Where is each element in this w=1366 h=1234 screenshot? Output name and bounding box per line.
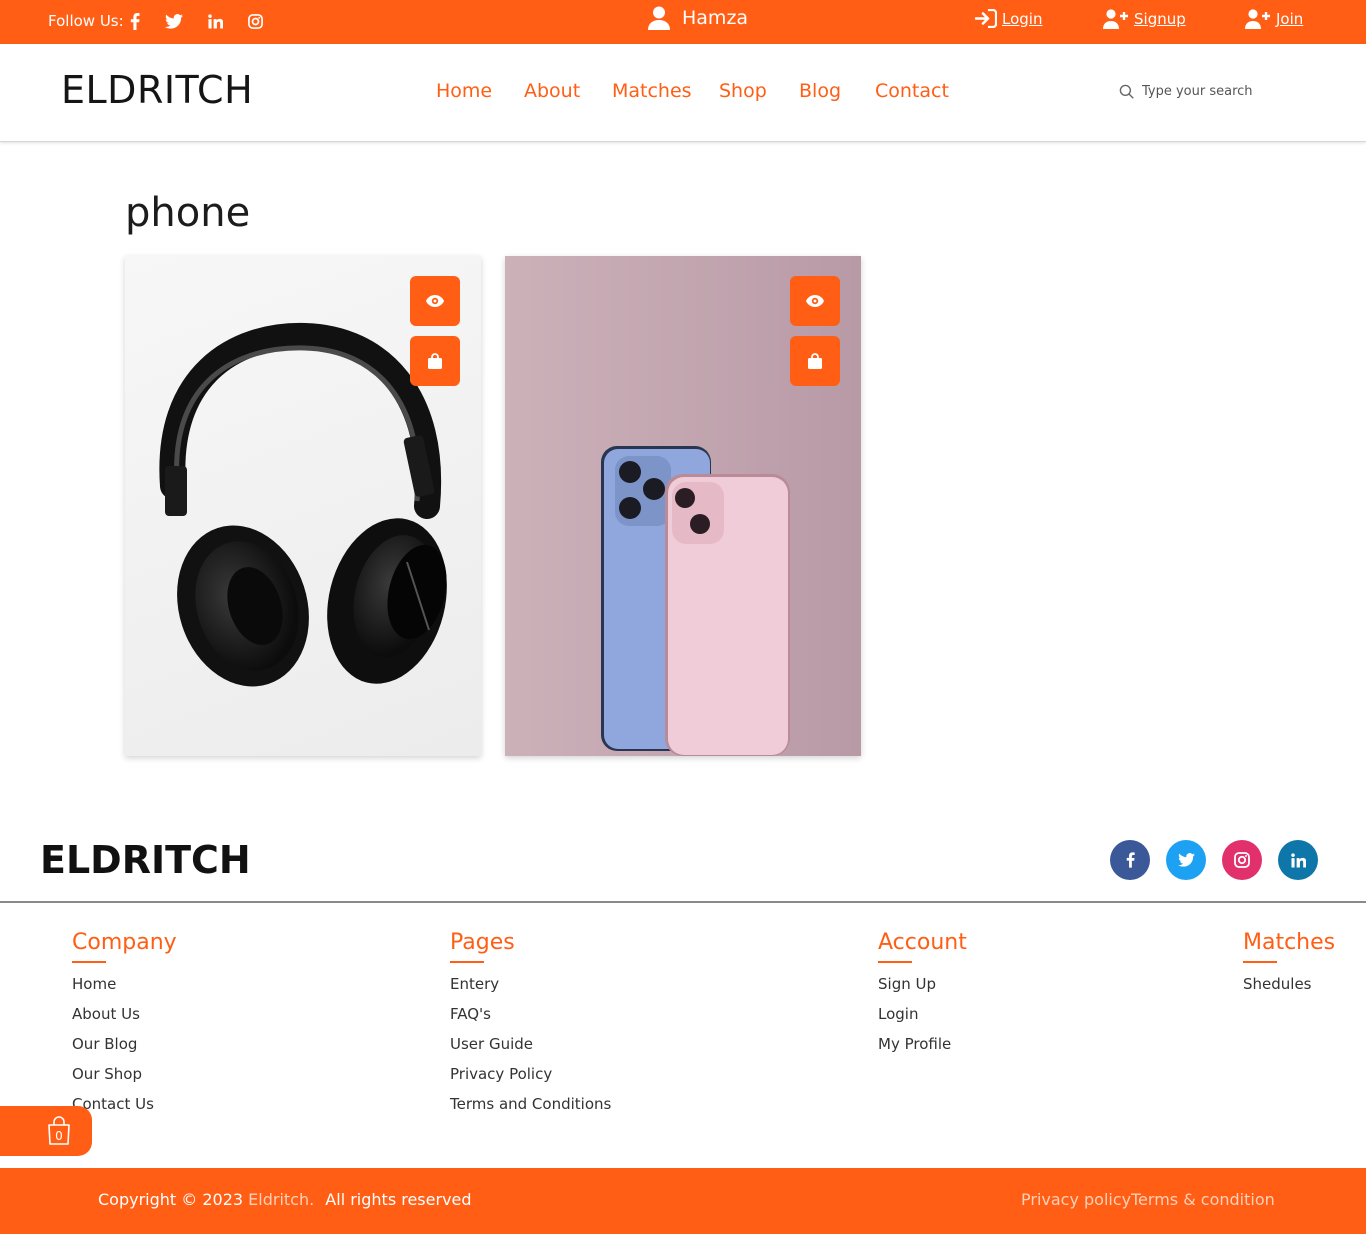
floating-cart-button[interactable]: 0: [0, 1106, 92, 1156]
login-link[interactable]: Login: [975, 9, 1042, 28]
product-card[interactable]: [505, 256, 861, 756]
eye-icon: [426, 295, 444, 307]
footer-link-about-us[interactable]: About Us: [72, 1005, 177, 1035]
footer-link-home[interactable]: Home: [72, 975, 177, 1005]
user-plus-icon: [1245, 9, 1270, 29]
user-menu[interactable]: Hamza: [648, 6, 748, 30]
view-product-button[interactable]: [790, 276, 840, 326]
title-underline: [1243, 961, 1277, 963]
footer-link-terms[interactable]: Terms and Conditions: [450, 1095, 611, 1125]
user-icon: [648, 6, 670, 30]
copyright-suffix: All rights reserved: [325, 1190, 472, 1209]
title-underline: [450, 961, 484, 963]
footer-column-title: Matches: [1243, 930, 1336, 955]
copyright-prefix: Copyright © 2023: [98, 1190, 244, 1209]
nav-matches[interactable]: Matches: [612, 80, 692, 102]
footer-link-shedules[interactable]: Shedules: [1243, 975, 1335, 1005]
search-input[interactable]: [1142, 84, 1312, 99]
user-plus-icon: [1103, 9, 1128, 29]
signup-label: Signup: [1134, 10, 1186, 28]
footer-link-user-guide[interactable]: User Guide: [450, 1035, 611, 1065]
shopping-bag-icon: 0: [48, 1116, 70, 1145]
footer-link-our-blog[interactable]: Our Blog: [72, 1035, 177, 1065]
footer-column-matches: Matches Shedules: [1243, 930, 1335, 1005]
footer-instagram-icon[interactable]: [1222, 840, 1262, 880]
site-logo[interactable]: ELDRITCH: [61, 68, 253, 112]
product-image-phones[interactable]: [505, 256, 861, 756]
terms-condition-link[interactable]: Terms & condition: [1131, 1190, 1275, 1209]
footer-link-entery[interactable]: Entery: [450, 975, 611, 1005]
bottom-bar: Copyright © 2023 Eldritch. All rights re…: [0, 1168, 1366, 1234]
copyright-brand[interactable]: Eldritch.: [248, 1190, 314, 1209]
linkedin-icon[interactable]: [204, 10, 226, 32]
footer-link-my-profile[interactable]: My Profile: [878, 1035, 967, 1065]
eye-icon: [806, 295, 824, 307]
login-label: Login: [1002, 9, 1043, 28]
footer-column-title: Account: [878, 930, 967, 955]
nav-about[interactable]: About: [524, 80, 580, 102]
product-image-headphones[interactable]: [125, 256, 481, 756]
footer-divider: [0, 901, 1366, 903]
footer-column-title: Pages: [450, 930, 515, 955]
footer-column-title: Company: [72, 930, 177, 955]
product-card[interactable]: [125, 256, 481, 756]
add-to-cart-button[interactable]: [410, 336, 460, 386]
twitter-icon[interactable]: [163, 10, 185, 32]
main-header: ELDRITCH Home About Matches Shop Blog Co…: [0, 44, 1366, 142]
nav-blog[interactable]: Blog: [799, 80, 841, 102]
footer-linkedin-icon[interactable]: [1278, 840, 1318, 880]
cart-count: 0: [55, 1129, 63, 1143]
title-underline: [878, 961, 912, 963]
view-product-button[interactable]: [410, 276, 460, 326]
footer-link-our-shop[interactable]: Our Shop: [72, 1065, 177, 1095]
footer-link-privacy-policy[interactable]: Privacy Policy: [450, 1065, 611, 1095]
facebook-icon[interactable]: [124, 10, 146, 32]
search-box: [1119, 84, 1312, 99]
footer-column-pages: Pages Entery FAQ's User Guide Privacy Po…: [450, 930, 611, 1125]
copyright: Copyright © 2023 Eldritch. All rights re…: [98, 1190, 472, 1209]
page-title: phone: [125, 190, 251, 236]
shopping-bag-icon: [428, 352, 442, 369]
footer-link-sign-up[interactable]: Sign Up: [878, 975, 967, 1005]
instagram-icon[interactable]: [244, 10, 266, 32]
nav-home[interactable]: Home: [436, 80, 492, 102]
shopping-bag-icon: [808, 352, 822, 369]
join-link[interactable]: Join: [1245, 9, 1303, 29]
footer-link-faqs[interactable]: FAQ's: [450, 1005, 611, 1035]
privacy-policy-link[interactable]: Privacy policy: [1021, 1190, 1131, 1209]
nav-shop[interactable]: Shop: [719, 80, 767, 102]
footer-column-account: Account Sign Up Login My Profile: [878, 930, 967, 1065]
top-bar: Follow Us: Hamza Login Signup Join: [0, 0, 1366, 44]
add-to-cart-button[interactable]: [790, 336, 840, 386]
join-label: Join: [1276, 10, 1304, 28]
footer-column-company: Company Home About Us Our Blog Our Shop …: [72, 930, 177, 1125]
footer-link-login[interactable]: Login: [878, 1005, 967, 1035]
title-underline: [72, 961, 106, 963]
sign-in-icon: [975, 9, 997, 28]
signup-link[interactable]: Signup: [1103, 9, 1186, 29]
footer-logo[interactable]: ELDRITCH: [40, 838, 251, 882]
footer-facebook-icon[interactable]: [1110, 840, 1150, 880]
follow-us-label: Follow Us:: [48, 12, 124, 30]
nav-contact[interactable]: Contact: [875, 80, 949, 102]
username: Hamza: [682, 7, 749, 29]
search-icon[interactable]: [1119, 84, 1134, 99]
footer-twitter-icon[interactable]: [1166, 840, 1206, 880]
